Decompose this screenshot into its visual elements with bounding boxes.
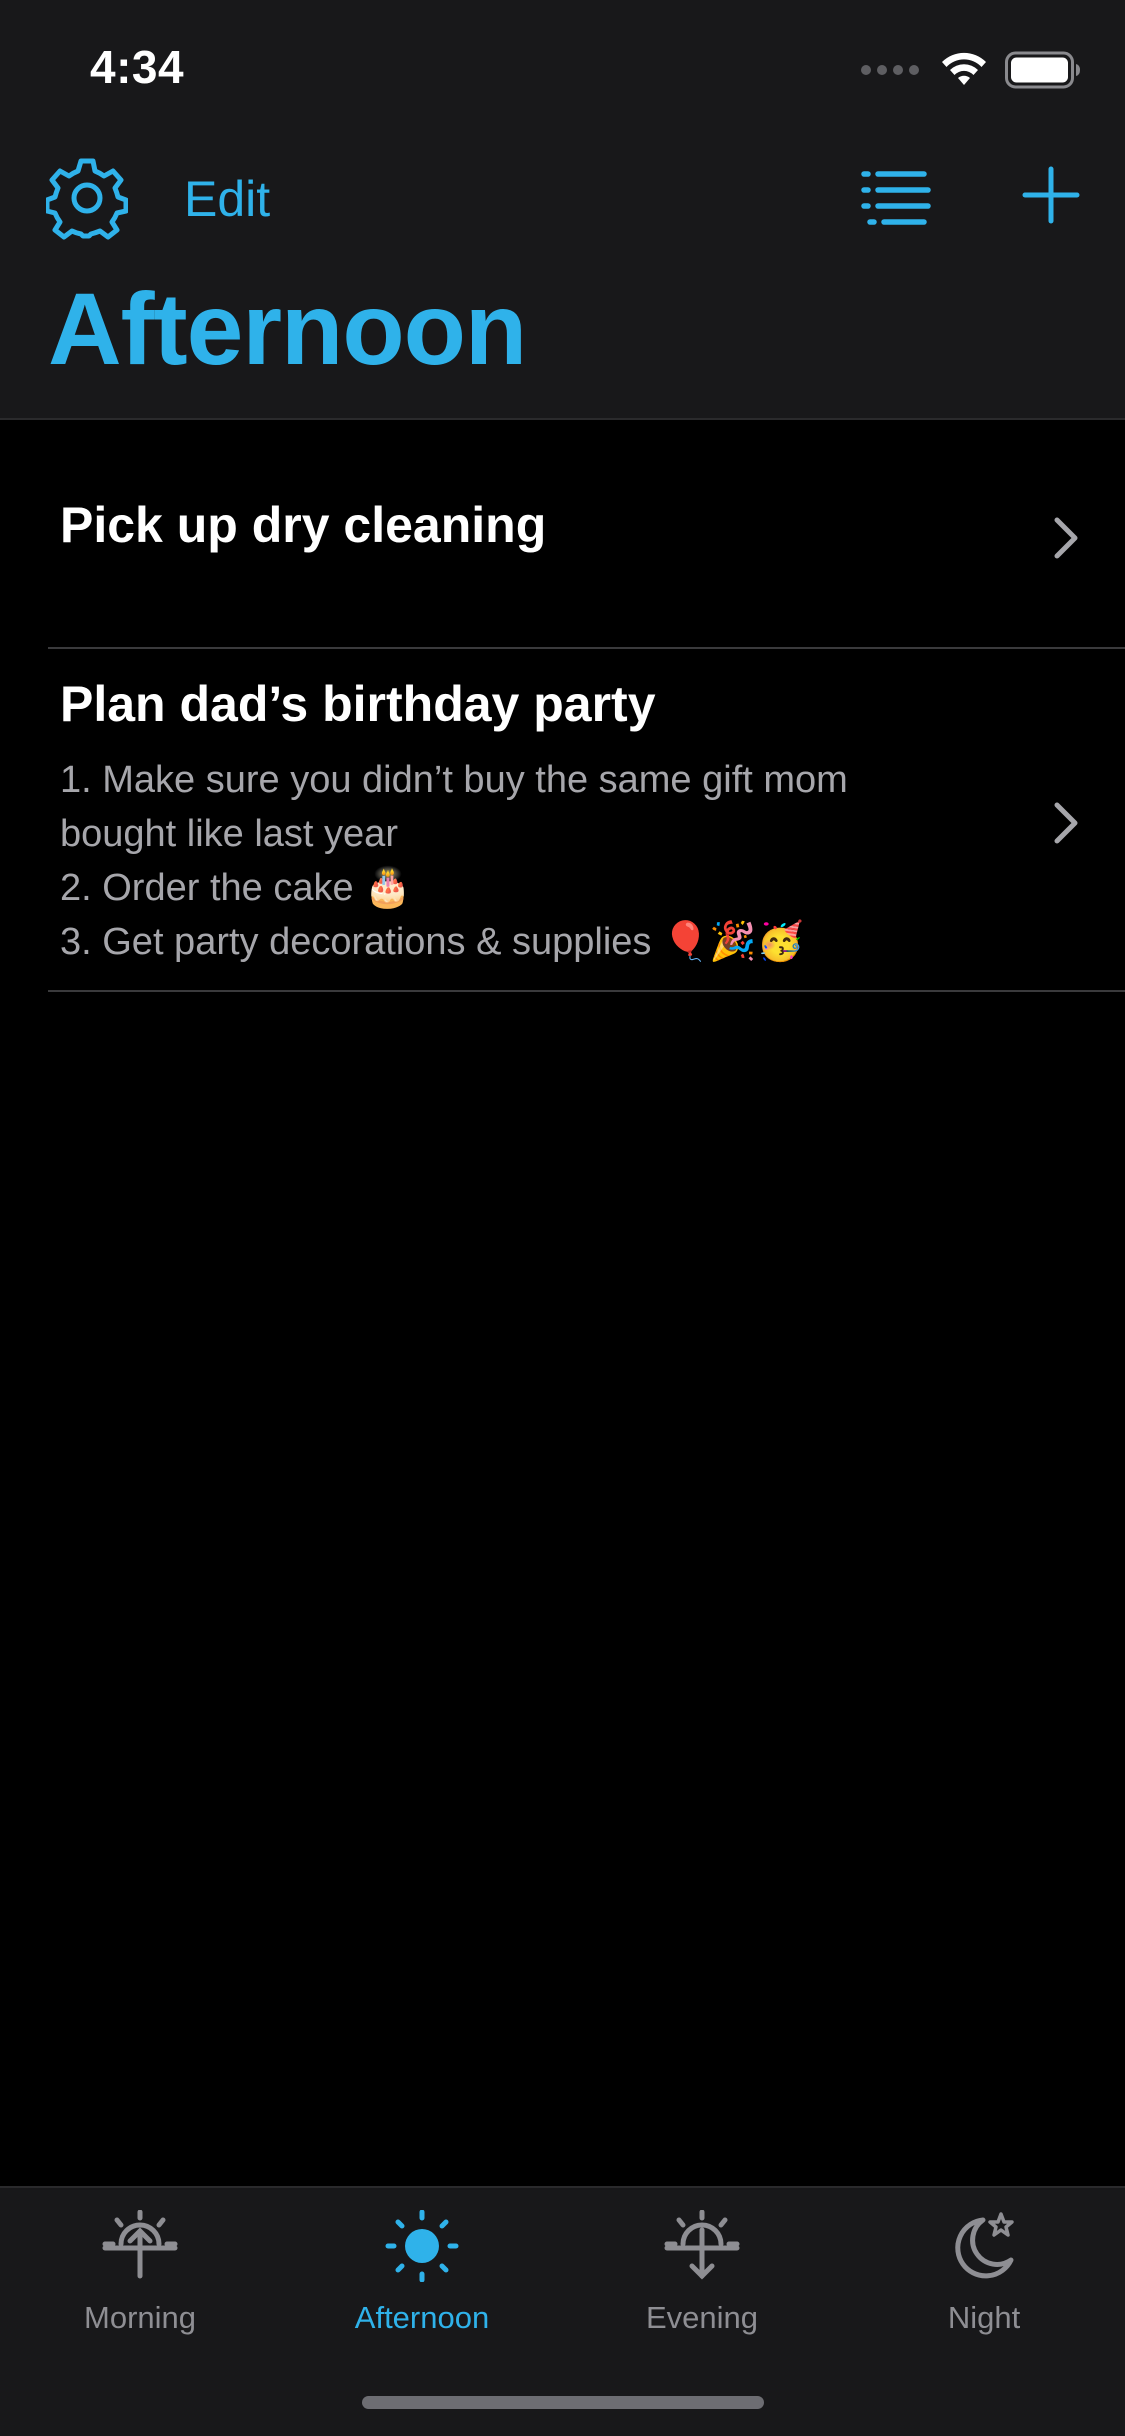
sun-icon: [385, 2210, 459, 2282]
add-reminder-icon[interactable]: [1022, 166, 1080, 224]
moon-star-icon: [955, 2212, 1014, 2279]
status-time: 4:34: [90, 41, 185, 93]
reminder-title: Pick up dry cleaning: [60, 497, 547, 553]
list-filter-icon[interactable]: [860, 168, 932, 228]
tab-label: Evening: [645, 2300, 759, 2335]
sunset-icon: [664, 2210, 740, 2280]
tab-morning[interactable]: Morning: [20, 2210, 260, 2350]
tab-afternoon[interactable]: Afternoon: [302, 2210, 542, 2350]
sunrise-icon: [102, 2210, 178, 2279]
tab-label: Morning: [84, 2300, 196, 2335]
chevron-right-icon: [1054, 517, 1078, 559]
screen: 4:34 Edit Afternoon Pick up dry cleaning…: [0, 0, 1125, 2436]
reminder-notes: 1. Make sure you didn’t buy the same gif…: [60, 753, 980, 969]
tab-evening[interactable]: Evening: [582, 2210, 822, 2350]
page-title: Afternoon: [48, 272, 527, 386]
edit-button[interactable]: Edit: [184, 170, 270, 228]
battery-icon: [1005, 51, 1080, 89]
settings-gear-icon[interactable]: [46, 158, 128, 240]
reminder-title: Plan dad’s birthday party: [60, 676, 656, 732]
note-line: 2. Order the cake 🎂: [60, 867, 412, 909]
tab-label: Afternoon: [354, 2300, 490, 2335]
note-line: bought like last year: [60, 813, 398, 855]
note-line: 3. Get party decorations & supplies 🎈🎉🥳: [60, 921, 804, 963]
navigation-header: 4:34 Edit Afternoon: [0, 0, 1125, 420]
tab-label: Night: [947, 2300, 1021, 2335]
cellular-signal-icon: [861, 65, 919, 75]
status-indicators: [861, 50, 1081, 90]
reminder-row[interactable]: Pick up dry cleaning: [48, 420, 1125, 649]
reminder-row[interactable]: Plan dad’s birthday party 1. Make sure y…: [48, 649, 1125, 992]
tab-night[interactable]: Night: [864, 2210, 1104, 2350]
chevron-right-icon: [1054, 802, 1078, 844]
wifi-icon: [942, 52, 986, 85]
home-indicator[interactable]: [362, 2396, 764, 2409]
note-line: 1. Make sure you didn’t buy the same gif…: [60, 759, 848, 801]
